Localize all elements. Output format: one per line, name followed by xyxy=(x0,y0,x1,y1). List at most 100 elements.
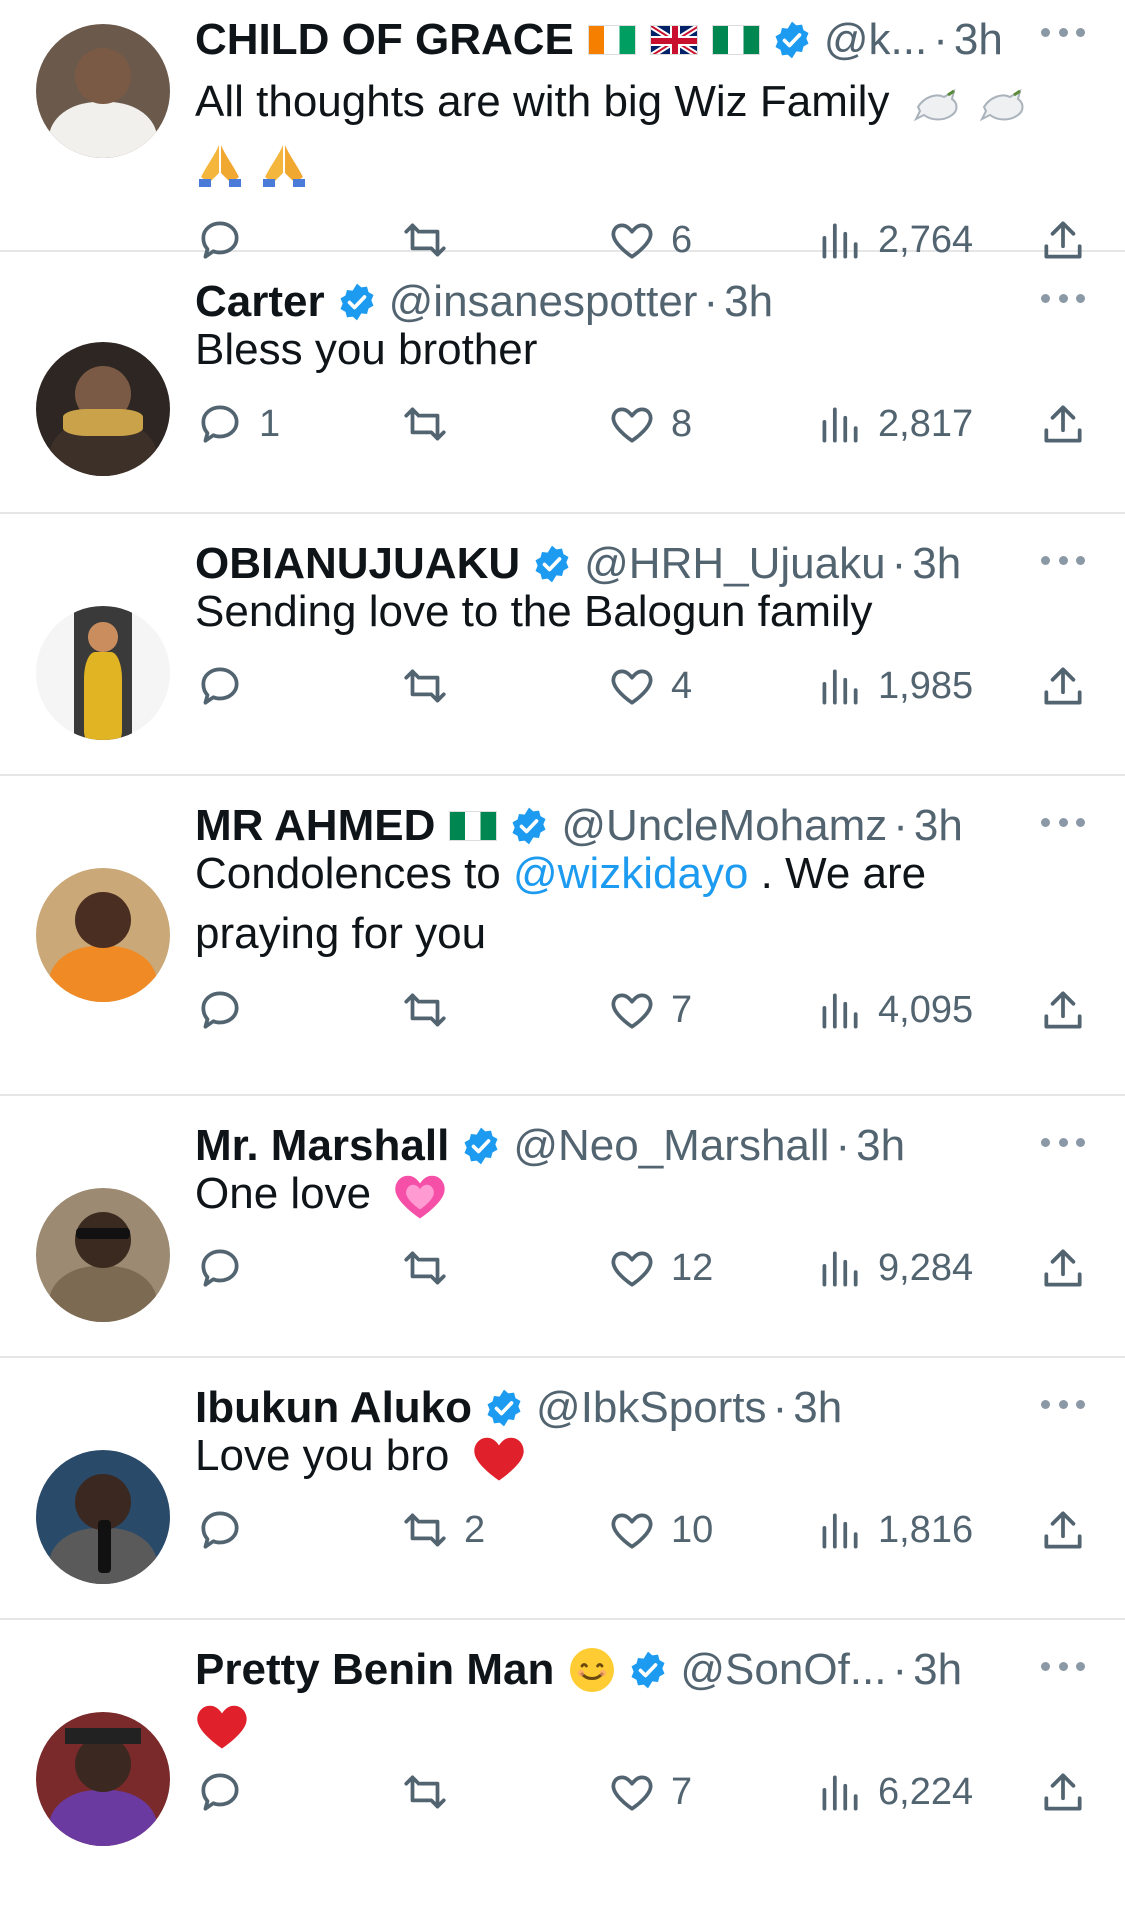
share-button[interactable] xyxy=(1038,1238,1088,1298)
tweet-actions: 2 10 1,816 xyxy=(0,1500,1125,1560)
views-button[interactable]: 2,817 xyxy=(814,394,973,454)
verified-badge-icon xyxy=(512,807,546,845)
tweet-text: Bless you brother xyxy=(195,320,1075,380)
tweet-text-content: All thoughts are with big Wiz Family xyxy=(195,77,890,126)
tweet-text: One love xyxy=(195,1164,1075,1224)
share-button[interactable] xyxy=(1038,1762,1088,1822)
views-button[interactable]: 1,985 xyxy=(814,656,973,716)
more-options-icon[interactable] xyxy=(1041,1656,1085,1676)
share-icon xyxy=(1044,667,1082,705)
views-icon xyxy=(822,993,858,1029)
timestamp[interactable]: 3h xyxy=(954,15,1003,65)
reply-button[interactable] xyxy=(195,656,259,716)
tweet[interactable]: CHILD OF GRACE @k... · 3h All thoughts a… xyxy=(0,0,1125,261)
mention-link[interactable]: @wizkidayo xyxy=(513,849,748,898)
like-button[interactable]: 8 xyxy=(607,394,692,454)
share-icon xyxy=(1044,405,1082,443)
reply-icon xyxy=(201,405,239,443)
more-options-icon[interactable] xyxy=(1041,22,1085,42)
views-icon xyxy=(822,1513,858,1549)
view-count: 1,816 xyxy=(878,1508,974,1551)
avatar[interactable] xyxy=(36,24,170,158)
heart-icon xyxy=(611,1513,653,1549)
like-count: 4 xyxy=(671,664,693,707)
more-options-icon[interactable] xyxy=(1041,1394,1085,1414)
reply-count: 1 xyxy=(259,402,281,445)
retweet-button[interactable] xyxy=(400,980,464,1040)
tweet[interactable]: Mr. Marshall @Neo_Marshall · 3h One love… xyxy=(0,1096,1125,1358)
views-button[interactable]: 6,224 xyxy=(814,1762,973,1822)
like-count: 8 xyxy=(671,402,693,445)
dove-emoji xyxy=(913,89,958,122)
tweet-text-content: Sending love to the Balogun family xyxy=(195,587,873,636)
retweet-button[interactable] xyxy=(400,656,464,716)
heart-icon xyxy=(611,1251,653,1287)
verified-badge-icon xyxy=(775,21,809,59)
praying-hands-emoji xyxy=(199,145,241,188)
more-options-icon[interactable] xyxy=(1041,812,1085,832)
retweet-button[interactable] xyxy=(400,394,464,454)
separator-dot: · xyxy=(892,1645,908,1694)
retweet-count: 2 xyxy=(464,1508,486,1551)
tweet-text-content: One love xyxy=(195,1169,372,1218)
tweet-actions: 7 4,095 xyxy=(0,980,1125,1040)
tweet[interactable]: MR AHMED @UncleMohamz · 3h Condolences t… xyxy=(0,776,1125,1096)
like-button[interactable]: 10 xyxy=(607,1500,713,1560)
view-count: 6,224 xyxy=(878,1770,974,1813)
share-button[interactable] xyxy=(1038,1500,1088,1560)
flag-nigeria-icon xyxy=(449,811,498,841)
share-icon xyxy=(1044,1511,1082,1549)
reply-button[interactable] xyxy=(195,1500,259,1560)
share-button[interactable] xyxy=(1038,980,1088,1040)
tweet[interactable]: Carter @insanespotter · 3h Bless you bro… xyxy=(0,252,1125,514)
red-heart-emoji xyxy=(473,1438,524,1481)
views-button[interactable]: 9,284 xyxy=(814,1238,973,1298)
retweet-button[interactable] xyxy=(400,1762,464,1822)
more-options-icon[interactable] xyxy=(1041,550,1085,570)
tweet-header: Pretty Benin Man @SonOf... · 3h xyxy=(195,1644,1125,1696)
views-icon xyxy=(822,407,858,443)
tweet[interactable]: OBIANUJUAKU @HRH_Ujuaku · 3h Sending lov… xyxy=(0,514,1125,776)
views-button[interactable]: 1,816 xyxy=(814,1500,973,1560)
verified-badge-icon xyxy=(535,545,569,583)
like-count: 10 xyxy=(671,1508,714,1551)
red-heart-emoji xyxy=(197,1706,247,1749)
tweet[interactable]: Ibukun Aluko @IbkSports · 3h Love you br… xyxy=(0,1358,1125,1620)
smiling-face-emoji xyxy=(570,1648,615,1692)
dove-emoji xyxy=(979,89,1024,122)
tweet-actions: 7 6,224 xyxy=(0,1762,1125,1822)
tweet-text: Condolences to @wizkidayo . We are prayi… xyxy=(195,844,1075,964)
share-icon xyxy=(1044,1249,1082,1287)
reply-button[interactable] xyxy=(195,1238,259,1298)
view-count: 2,817 xyxy=(878,402,974,445)
like-button[interactable]: 4 xyxy=(607,656,692,716)
share-button[interactable] xyxy=(1038,394,1088,454)
retweet-icon xyxy=(404,1775,446,1809)
handle[interactable]: @k... xyxy=(824,15,927,65)
views-icon xyxy=(822,669,858,705)
handle[interactable]: @SonOf... xyxy=(680,1645,886,1695)
views-button[interactable]: 4,095 xyxy=(814,980,973,1040)
reply-icon xyxy=(201,1249,239,1287)
separator-dot: · xyxy=(933,15,948,64)
timestamp[interactable]: 3h xyxy=(913,1645,962,1695)
retweet-button[interactable]: 2 xyxy=(400,1500,485,1560)
more-options-icon[interactable] xyxy=(1041,1132,1085,1152)
display-name[interactable]: CHILD OF GRACE xyxy=(195,15,574,65)
reply-button[interactable] xyxy=(195,980,259,1040)
like-button[interactable]: 7 xyxy=(607,1762,692,1822)
tweet[interactable]: Pretty Benin Man @SonOf... · 3h 7 6,224 xyxy=(0,1620,1125,1906)
tweet-text-content: Love you bro xyxy=(195,1431,450,1480)
share-button[interactable] xyxy=(1038,656,1088,716)
reply-button[interactable] xyxy=(195,1762,259,1822)
flag-uk-icon xyxy=(649,25,698,55)
like-button[interactable]: 12 xyxy=(607,1238,713,1298)
reply-button[interactable]: 1 xyxy=(195,394,280,454)
more-options-icon[interactable] xyxy=(1041,288,1085,308)
retweet-button[interactable] xyxy=(400,1238,464,1298)
verified-badge-icon xyxy=(464,1127,498,1165)
reply-icon xyxy=(201,1773,239,1811)
like-button[interactable]: 7 xyxy=(607,980,692,1040)
like-count: 7 xyxy=(671,988,693,1031)
display-name[interactable]: Pretty Benin Man xyxy=(195,1645,554,1695)
